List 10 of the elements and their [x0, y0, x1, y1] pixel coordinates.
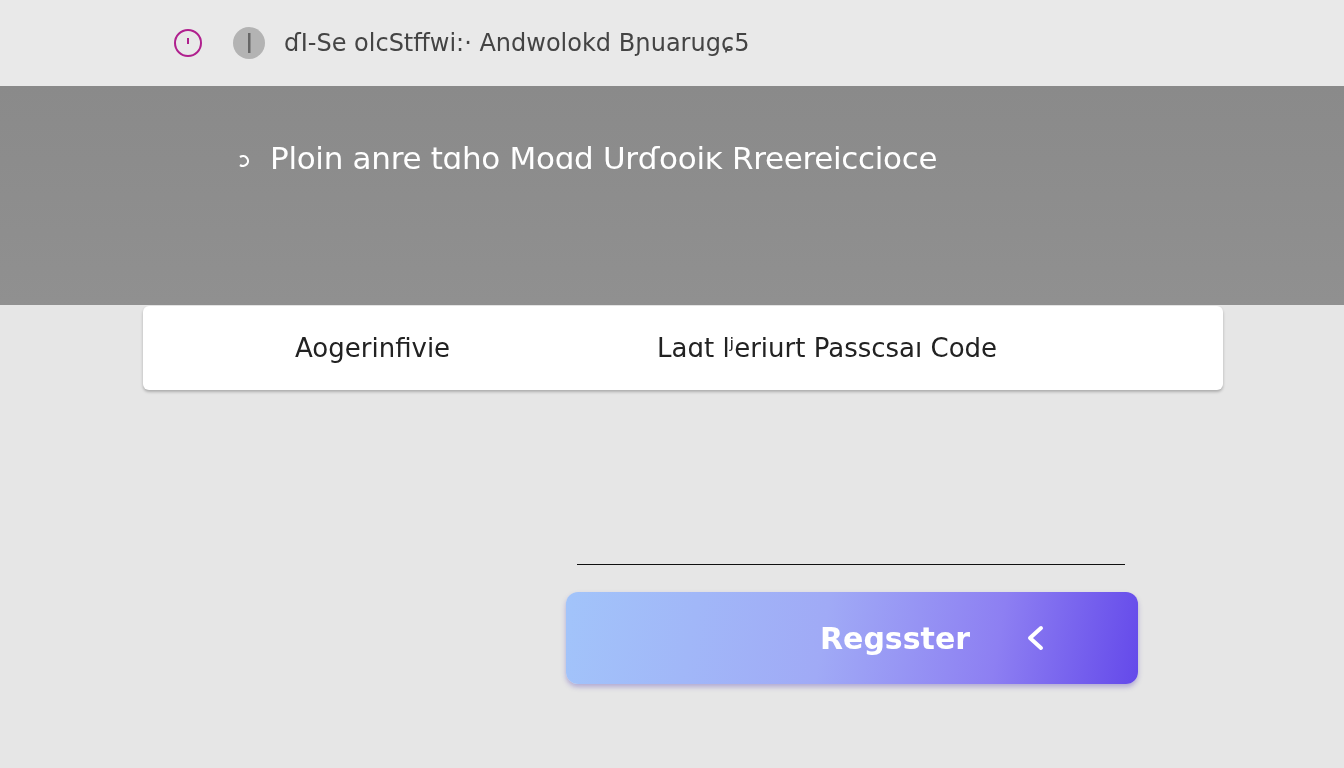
register-button[interactable]: Regsster [566, 592, 1138, 684]
app-title: ɗI-Se olcStffwi:· Andwolokd Bɲuarugɕ5 [284, 29, 750, 57]
arc-icon [238, 154, 250, 168]
pin-icon [232, 26, 266, 60]
page-heading: Ploin anre tɑho Moɑd Urɗooiĸ Rreereiccioce [270, 140, 938, 176]
chevron-left-icon [1026, 625, 1044, 651]
input-field[interactable] [577, 562, 1125, 565]
clock-icon [172, 27, 204, 59]
card-label: Aogerinfivie [295, 333, 452, 363]
card-value: Laɑt lʲeriurt Passcsaı Code [657, 333, 998, 363]
